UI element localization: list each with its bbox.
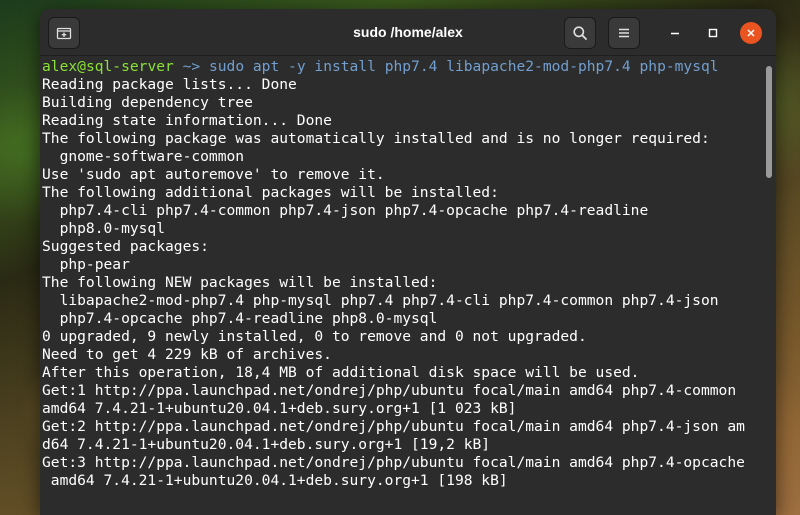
prompt-user: alex	[42, 58, 78, 75]
output-line: Need to get 4 229 kB of archives.	[42, 346, 332, 363]
menu-button[interactable]	[608, 17, 640, 49]
search-icon	[573, 26, 587, 40]
output-line: Suggested packages:	[42, 238, 209, 255]
maximize-button[interactable]	[702, 22, 724, 44]
output-line: Use 'sudo apt autoremove' to remove it.	[42, 166, 385, 183]
new-tab-button[interactable]	[48, 17, 80, 49]
output-line: The following package was automatically …	[42, 130, 710, 147]
new-tab-icon	[56, 27, 72, 40]
close-icon	[747, 29, 755, 37]
prompt-command: sudo apt -y install php7.4 libapache2-mo…	[208, 58, 719, 75]
output-line: The following NEW packages will be insta…	[42, 274, 438, 291]
minimize-icon	[671, 32, 679, 35]
output-line: libapache2-mod-php7.4 php-mysql php7.4 p…	[42, 292, 719, 309]
close-button[interactable]	[740, 22, 762, 44]
output-line: Get:2 http://ppa.launchpad.net/ondrej/ph…	[42, 418, 745, 435]
search-button[interactable]	[564, 17, 596, 49]
maximize-icon	[708, 28, 718, 38]
output-line: php-pear	[42, 256, 130, 273]
hamburger-menu-icon	[619, 28, 629, 38]
output-line: php7.4-opcache php7.4-readline php8.0-my…	[42, 310, 438, 327]
terminal-window: sudo /home/alex alex@sql-server ~> sudo …	[40, 9, 776, 515]
output-line: php7.4-cli php7.4-common php7.4-json php…	[42, 202, 649, 219]
scrollbar-thumb[interactable]	[766, 66, 772, 178]
output-line: After this operation, 18,4 MB of additio…	[42, 364, 640, 381]
minimize-button[interactable]	[664, 22, 686, 44]
terminal-scrollbar[interactable]	[762, 56, 776, 515]
output-line: 0 upgraded, 9 newly installed, 0 to remo…	[42, 328, 587, 345]
output-line: gnome-software-common	[42, 148, 245, 165]
output-line: Reading package lists... Done	[42, 76, 297, 93]
header-bar: sudo /home/alex	[40, 9, 776, 56]
output-line: d64 7.4.21-1+ubuntu20.04.1+deb.sury.org+…	[42, 436, 491, 453]
output-line: amd64 7.4.21-1+ubuntu20.04.1+deb.sury.or…	[42, 472, 508, 489]
prompt-path: ~>	[173, 58, 209, 75]
output-line: php8.0-mysql	[42, 220, 166, 237]
prompt-host: @sql-server	[77, 58, 174, 75]
output-line: The following additional packages will b…	[42, 184, 499, 201]
output-line: Reading state information... Done	[42, 112, 332, 129]
terminal-output[interactable]: alex@sql-server ~> sudo apt -y install p…	[40, 56, 762, 515]
output-line: amd64 7.4.21-1+ubuntu20.04.1+deb.sury.or…	[42, 400, 517, 417]
output-line: Building dependency tree	[42, 94, 253, 111]
prompt-line: alex@sql-server ~> sudo apt -y install p…	[42, 58, 762, 76]
output-line: Get:1 http://ppa.launchpad.net/ondrej/ph…	[42, 382, 737, 399]
output-line: Get:3 http://ppa.launchpad.net/ondrej/ph…	[42, 454, 745, 471]
